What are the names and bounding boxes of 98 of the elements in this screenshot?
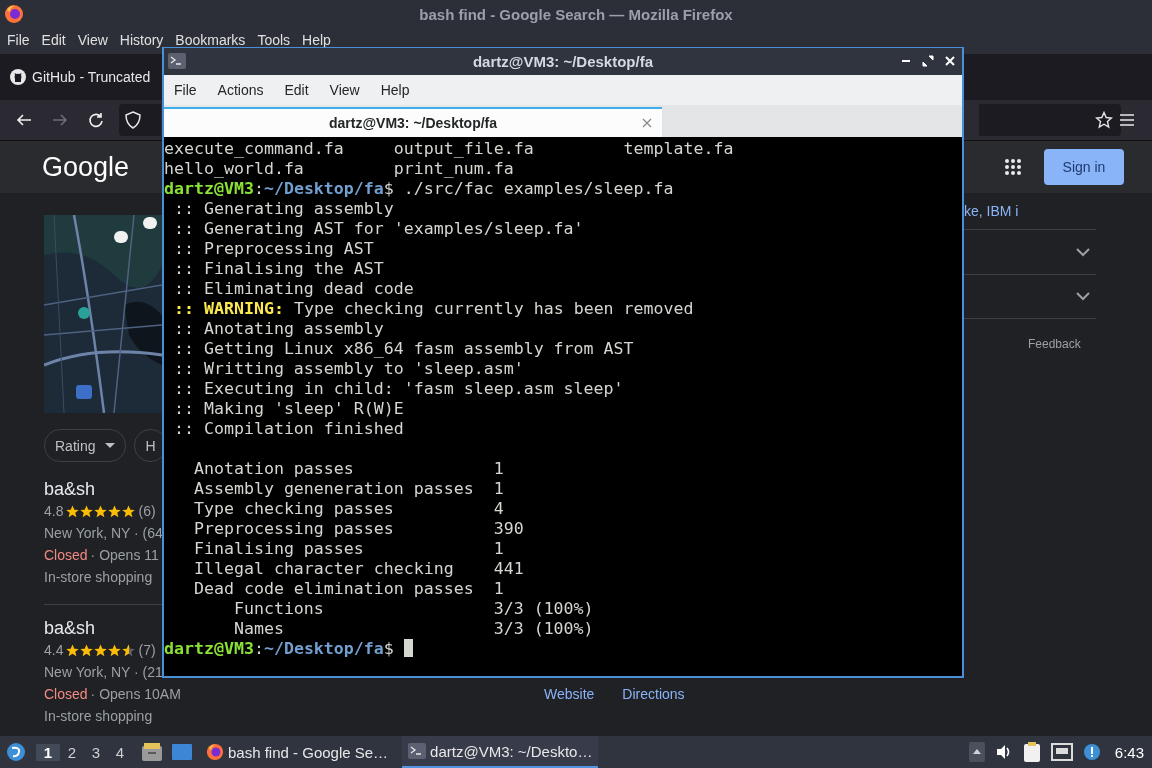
warning-label: WARNING: [204, 299, 284, 318]
terminal-line: :: Generating AST for 'examples/sleep.fa' [173, 219, 584, 238]
menu-item[interactable]: Actions [217, 82, 264, 98]
warning-marker: :: [173, 299, 194, 318]
browser-tab[interactable]: GitHub - Truncated [0, 69, 151, 85]
terminal-line: :: Making 'sleep' R(W)E [173, 399, 404, 418]
terminal-line: :: Executing in child: 'fasm sleep.asm sleep' [173, 379, 624, 398]
action-link[interactable]: Directions [622, 686, 685, 702]
menu-item[interactable]: View [77, 32, 108, 48]
google-logo[interactable]: Google [42, 151, 130, 183]
terminal-line: Names 3/3 (100%) [232, 619, 594, 638]
terminal-line: Type checking passes 4 [192, 499, 504, 518]
open-status: Closed [44, 685, 88, 704]
workspace-button[interactable]: 1 [36, 743, 60, 761]
taskbar-task[interactable]: bash find - Google Se… [200, 736, 395, 768]
place-name[interactable]: ba&sh [44, 478, 162, 500]
terminal-line: :: Getting Linux x86_64 fasm assembly from AST [173, 339, 634, 358]
terminal-line: Dead code elimination passes 1 [192, 579, 504, 598]
window-title: bash find - Google Search — Mozilla Firefox [419, 5, 733, 23]
terminal-line: Functions 3/3 (100%) [232, 599, 594, 618]
rating-value: 4.4 [44, 641, 64, 660]
sign-in-button[interactable]: Sign in [1044, 149, 1124, 185]
star-icon[interactable] [1095, 111, 1113, 129]
terminal-line: execute_command.fa output_file.fa template.fa [164, 139, 734, 158]
terminal-line: Type checking currently has been removed [293, 299, 694, 318]
network-icon[interactable] [1050, 743, 1073, 761]
file-manager-icon[interactable] [142, 743, 162, 761]
service-option: In-store shopping [44, 705, 162, 727]
desktop-icon[interactable] [172, 743, 192, 761]
menu-item[interactable]: View [329, 82, 360, 98]
terminal-tab[interactable]: dartz@VM3: ~/Desktop/fa [164, 107, 662, 137]
apps-grid-icon[interactable] [1004, 158, 1022, 176]
taskbar-task[interactable]: dartz@VM3: ~/Deskto… [402, 736, 599, 768]
terminal-line: :: Writting assembly to 'sleep.asm' [173, 359, 524, 378]
menu-item[interactable]: Tools [257, 32, 291, 48]
review-count: (7) [138, 641, 156, 660]
prompt-user: dartz@VM3 [164, 179, 254, 198]
window-title: dartz@VM3: ~/Desktop/fa [472, 53, 654, 70]
clipboard-icon[interactable] [1022, 741, 1041, 763]
terminal-line: Anotation passes 1 [192, 459, 504, 478]
terminal-line: Assembly geneneration passes 1 [192, 479, 504, 498]
workspace-button[interactable]: 3 [84, 743, 108, 761]
clock: 6:43 [1114, 743, 1144, 761]
prompt-separator: : [253, 639, 264, 658]
place-address: New York, NY · (21 [44, 663, 162, 682]
terminal-icon [408, 743, 427, 759]
prompt-separator: : [253, 179, 264, 198]
menu-item[interactable]: History [119, 32, 164, 48]
menu-item[interactable]: Help [302, 32, 331, 48]
start-menu-icon[interactable] [6, 742, 26, 762]
service-option: In-store shopping [44, 566, 162, 588]
terminal-line: Finalising passes 1 [192, 539, 504, 558]
place-name[interactable]: ba&sh [44, 617, 162, 639]
notification-icon[interactable] [1082, 743, 1101, 761]
terminal-line: :: Eliminating dead code [173, 279, 414, 298]
prompt-command: $ ./src/fac examples/sleep.fa [383, 179, 674, 198]
place-address: New York, NY · (64 [44, 524, 162, 543]
menu-item[interactable]: File [174, 82, 197, 98]
reload-icon[interactable] [87, 111, 105, 129]
prompt-path: ~/Desktop/fa [263, 639, 384, 658]
url-field[interactable] [979, 104, 1121, 136]
terminal-line: Preprocessing passes 390 [192, 519, 524, 538]
chevron-icon[interactable] [1076, 292, 1090, 301]
terminal-line: :: Anotating assembly [173, 319, 384, 338]
terminal-line: :: Preprocessing AST [173, 239, 374, 258]
menu-item[interactable]: Help [380, 82, 410, 98]
menu-item[interactable]: File [7, 32, 30, 48]
terminal-line: Illegal character checking 441 [192, 559, 524, 578]
menu-item[interactable]: Edit [41, 32, 66, 48]
site-info-button[interactable] [119, 104, 161, 136]
caret-icon [105, 442, 116, 449]
terminal-line: :: Generating assembly [173, 199, 394, 218]
menu-icon[interactable] [1119, 113, 1135, 127]
firefox-icon [4, 4, 24, 24]
terminal-line: :: Finalising the AST [173, 259, 384, 278]
menu-item[interactable]: Bookmarks [175, 32, 246, 48]
opening-hours: · Opens 11 [90, 546, 159, 565]
terminal-icon [168, 53, 186, 69]
chevron-icon[interactable] [1076, 247, 1090, 257]
shield-icon[interactable] [125, 111, 141, 129]
prompt-user: dartz@VM3 [164, 639, 254, 658]
opening-hours: · Opens 10AM [90, 685, 181, 704]
workspace-button[interactable]: 4 [108, 743, 132, 761]
prompt-command: $ [383, 639, 394, 658]
snippet-text: ke, IBM i [964, 203, 1020, 219]
filter-chip[interactable]: Rating [44, 429, 127, 462]
github-icon [10, 69, 26, 85]
action-link[interactable]: Website [544, 686, 595, 702]
menu-item[interactable]: Edit [284, 82, 309, 98]
prompt-path: ~/Desktop/fa [263, 179, 384, 198]
terminal-line: hello_world.fa print_num.fa [164, 159, 514, 178]
workspace-button[interactable]: 2 [60, 743, 84, 761]
open-status: Closed [44, 546, 88, 565]
terminal-line: :: Compilation finished [173, 419, 404, 438]
feedback-link[interactable]: Feedback [1028, 337, 1152, 351]
review-count: (6) [138, 502, 156, 521]
firefox-icon [206, 743, 224, 761]
rating-value: 4.8 [44, 502, 64, 521]
